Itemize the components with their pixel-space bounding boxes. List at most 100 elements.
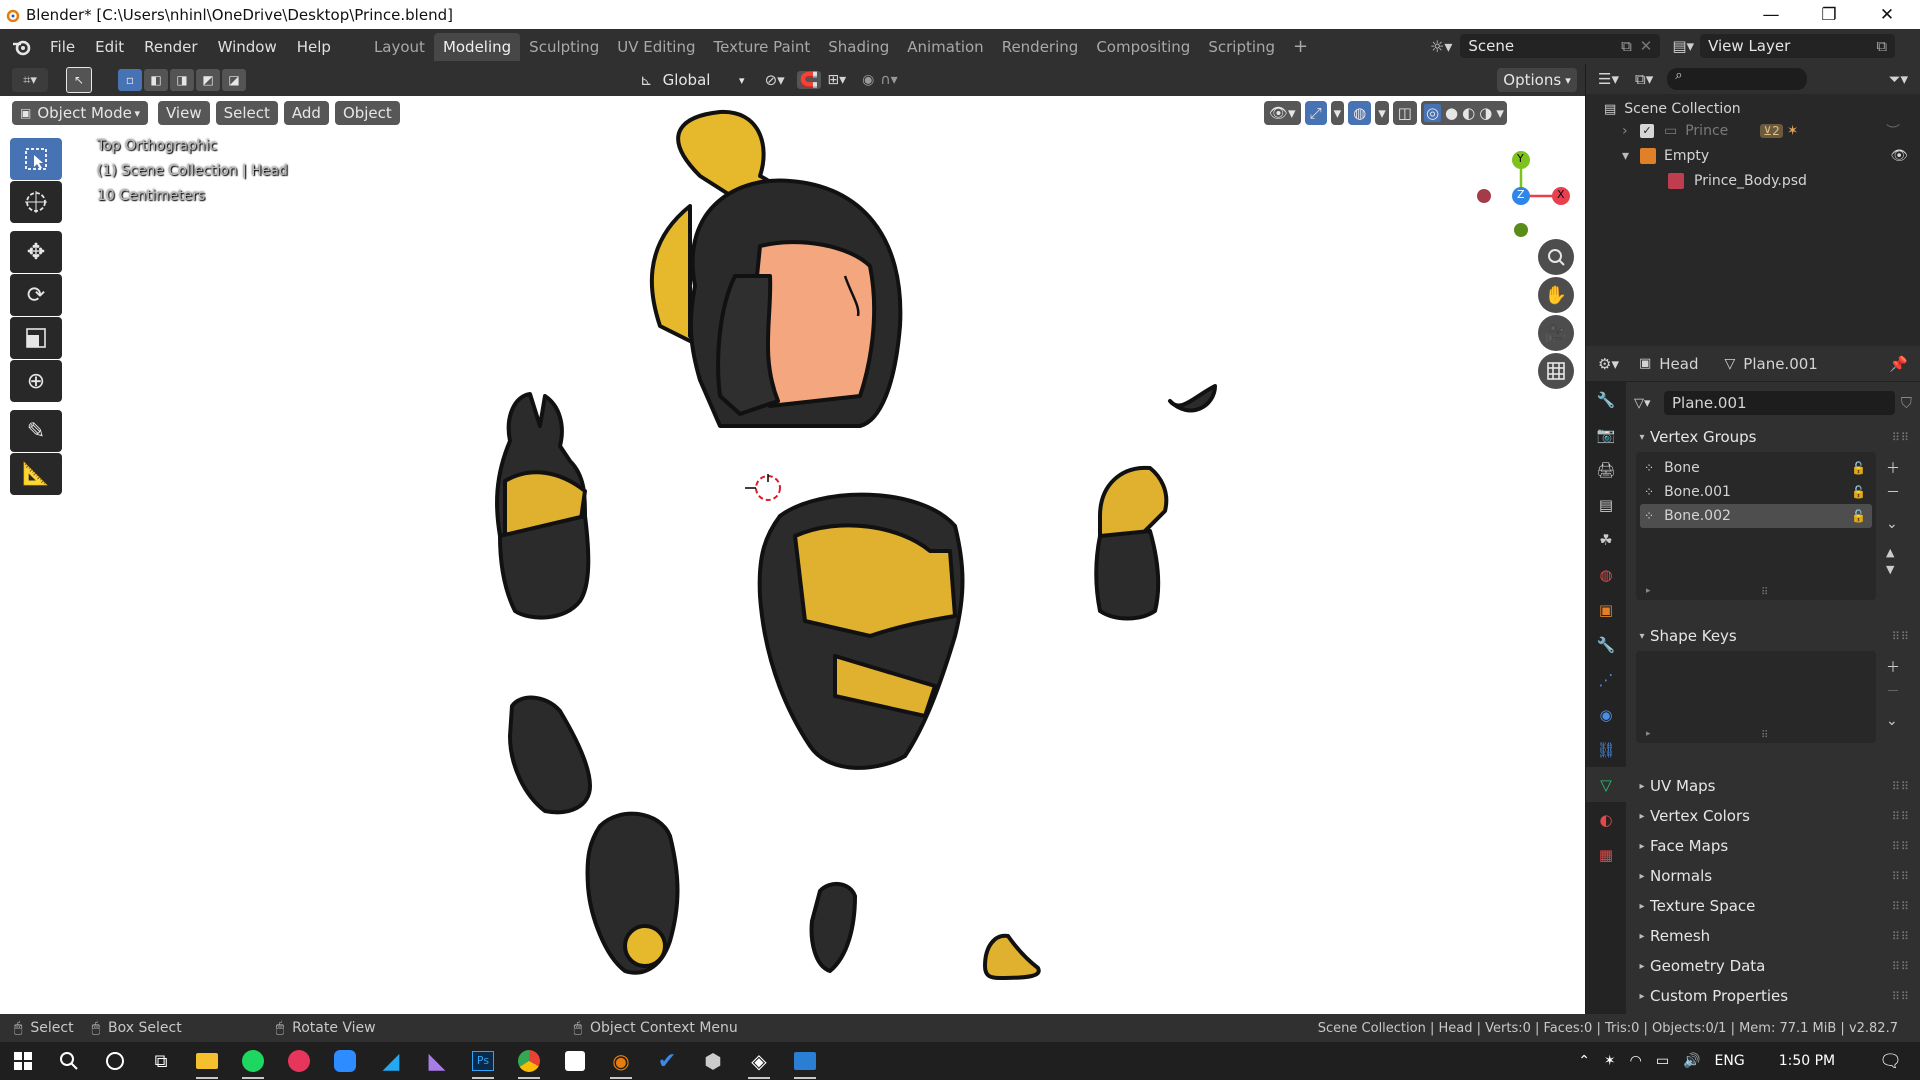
tab-compositing[interactable]: Compositing	[1087, 33, 1199, 61]
add-shape-key-button[interactable]: ＋	[1886, 657, 1900, 677]
scale-tool-icon[interactable]	[10, 317, 62, 359]
transform-orientation-select[interactable]: Global ▾	[658, 68, 749, 92]
close-button[interactable]: ✕	[1858, 0, 1916, 29]
constraints-tab-icon[interactable]: ⛓	[1586, 732, 1626, 767]
tab-rendering[interactable]: Rendering	[993, 33, 1088, 61]
annotate-tool-icon[interactable]: ✎	[10, 410, 62, 452]
tab-texture-paint[interactable]: Texture Paint	[704, 33, 819, 61]
pivot-point-icon[interactable]: ⊘▾	[765, 71, 785, 89]
battery-icon[interactable]: ▭	[1656, 1053, 1669, 1069]
tray-app-icon[interactable]: ✶	[1604, 1053, 1616, 1069]
proportional-edit-icon[interactable]: ◉	[862, 72, 874, 88]
menu-edit[interactable]: Edit	[85, 38, 134, 56]
menu-render[interactable]: Render	[134, 38, 207, 56]
language-indicator[interactable]: ENG	[1715, 1053, 1745, 1069]
visual-studio-icon[interactable]: ◣	[414, 1042, 460, 1080]
ortho-grid-icon[interactable]	[1538, 353, 1574, 389]
outliner[interactable]: ☰▾ ⧉▾ ⌕ ⏷▾ ▤ Scene Collection › ✓ ▭ Prin…	[1586, 64, 1920, 346]
material-tab-icon[interactable]: ◐	[1586, 802, 1626, 837]
list-resize-handle[interactable]: ⠿	[1761, 587, 1768, 598]
lock-icon[interactable]: 🔓	[1851, 485, 1866, 499]
texture-tab-icon[interactable]: ▦	[1586, 837, 1626, 872]
blender-menu-icon[interactable]	[12, 38, 32, 56]
panel-remesh[interactable]: ▸ Remesh ⠿⠿	[1634, 921, 1920, 951]
include-checkbox[interactable]: ✓	[1640, 123, 1654, 138]
lock-icon[interactable]: 🔓	[1851, 461, 1866, 475]
select-tool-icon[interactable]: ↖	[66, 67, 92, 93]
expand-arrow-icon[interactable]: ›	[1622, 123, 1640, 139]
cortana-icon[interactable]	[92, 1042, 138, 1080]
add-vertex-group-button[interactable]: ＋	[1886, 458, 1900, 478]
pan-hand-icon[interactable]: ✋	[1538, 277, 1574, 313]
transform-tool-icon[interactable]: ⊕	[10, 360, 62, 402]
select-mode-intersect-icon[interactable]: ◪	[222, 69, 246, 91]
show-hidden-icons-icon[interactable]: ⌃	[1578, 1053, 1590, 1069]
unity-hub-icon[interactable]	[552, 1042, 598, 1080]
measure-tool-icon[interactable]: 📐	[10, 453, 62, 495]
remove-vertex-group-button[interactable]: －	[1886, 482, 1900, 502]
list-filter-toggle-icon[interactable]: ▸	[1646, 586, 1651, 596]
outliner-item-prince[interactable]: › ✓ ▭ Prince ⊻2 ✶ ︶	[1586, 118, 1920, 143]
tab-animation[interactable]: Animation	[898, 33, 992, 61]
list-filter-toggle-icon[interactable]: ▸	[1646, 729, 1651, 739]
shape-keys-panel-header[interactable]: ▾ Shape Keys ⠿⠿	[1634, 621, 1920, 651]
outliner-editor-icon[interactable]: ☰▾	[1598, 70, 1619, 88]
outliner-search-input[interactable]: ⌕	[1667, 68, 1808, 90]
list-resize-handle[interactable]: ⠿	[1761, 730, 1768, 741]
snap-toggle-icon[interactable]: 🧲	[796, 71, 822, 89]
outliner-item-image[interactable]: Prince_Body.psd	[1586, 168, 1920, 193]
properties-editor-icon[interactable]: ⚙▾	[1598, 355, 1619, 373]
menu-window[interactable]: Window	[208, 38, 287, 56]
window-app-icon[interactable]	[782, 1042, 828, 1080]
blender-taskbar-icon[interactable]: ◉	[598, 1042, 644, 1080]
view-layer-selector[interactable]: View Layer ⧉	[1700, 34, 1896, 58]
editor-type-icon[interactable]: ⌗▾	[12, 68, 48, 92]
shape-key-specials-icon[interactable]: ⌄	[1886, 713, 1900, 729]
shape-keys-list[interactable]: ▸ ⠿	[1636, 651, 1876, 743]
menu-help[interactable]: Help	[287, 38, 341, 56]
task-view-icon[interactable]: ⧉	[138, 1042, 184, 1080]
scene-browse-icon[interactable]: ☼▾	[1430, 37, 1452, 56]
zoom-icon[interactable]	[1538, 239, 1574, 275]
windows-start-icon[interactable]	[0, 1042, 46, 1080]
mesh-name-field[interactable]: Plane.001	[1664, 391, 1895, 415]
panel-custom-properties[interactable]: ▸ Custom Properties ⠿⠿	[1634, 981, 1920, 1011]
select-mode-difference-icon[interactable]: ◩	[196, 69, 220, 91]
select-mode-extend-icon[interactable]: ◧	[144, 69, 168, 91]
tab-uv-editing[interactable]: UV Editing	[608, 33, 704, 61]
clock[interactable]: 1:50 PM	[1779, 1053, 1835, 1069]
notifications-icon[interactable]: 🗨	[1879, 1051, 1902, 1072]
tool-tab-icon[interactable]: 🔧	[1586, 382, 1626, 417]
output-tab-icon[interactable]: 🖨	[1586, 452, 1626, 487]
move-down-icon[interactable]: ▼	[1886, 563, 1900, 576]
new-scene-icon[interactable]: ⧉	[1621, 37, 1632, 55]
vertex-groups-list[interactable]: ⁘ Bone 🔓 ⁘ Bone.001 🔓 ⁘ Bone.002 🔓 ▸ ⠿	[1636, 452, 1876, 600]
visibility-eye-icon[interactable]: 👁	[1890, 148, 1908, 164]
tab-modeling[interactable]: Modeling	[433, 32, 521, 61]
vertex-groups-panel-header[interactable]: ▾ Vertex Groups ⠿⠿	[1634, 422, 1920, 452]
chrome-icon[interactable]	[506, 1042, 552, 1080]
move-up-icon[interactable]: ▲	[1886, 546, 1900, 559]
tab-layout[interactable]: Layout	[365, 33, 434, 61]
panel-face-maps[interactable]: ▸ Face Maps ⠿⠿	[1634, 831, 1920, 861]
camera-view-icon[interactable]: 🎥	[1538, 315, 1574, 351]
hidden-eye-icon[interactable]: ︶	[1886, 121, 1900, 141]
media-app-icon[interactable]	[276, 1042, 322, 1080]
minimize-button[interactable]: —	[1742, 0, 1800, 29]
todo-app-icon[interactable]: ✔	[644, 1042, 690, 1080]
mesh-browse-icon[interactable]: ▽▾	[1634, 396, 1664, 411]
panel-vertex-colors[interactable]: ▸ Vertex Colors ⠿⠿	[1634, 801, 1920, 831]
maximize-button[interactable]: ❐	[1800, 0, 1858, 29]
options-dropdown[interactable]: Options ▾	[1497, 68, 1577, 92]
3d-viewport[interactable]: ▣ Object Mode ▾ View Select Add Object 👁…	[0, 96, 1585, 1014]
photoshop-icon[interactable]: Ps	[460, 1042, 506, 1080]
render-tab-icon[interactable]: 📷	[1586, 417, 1626, 452]
outliner-item-empty[interactable]: ▾ Empty 👁	[1586, 143, 1920, 168]
add-workspace-button[interactable]: +	[1284, 31, 1317, 62]
lock-icon[interactable]: 🔓	[1851, 509, 1866, 523]
proportional-falloff-icon[interactable]: ∩▾	[880, 72, 897, 88]
wifi-icon[interactable]: ◠	[1630, 1053, 1642, 1069]
vertex-group-item-selected[interactable]: ⁘ Bone.002 🔓	[1640, 504, 1872, 528]
move-tool-icon[interactable]: ✥	[10, 231, 62, 273]
view-layer-icon[interactable]: ▤▾	[1672, 37, 1694, 55]
